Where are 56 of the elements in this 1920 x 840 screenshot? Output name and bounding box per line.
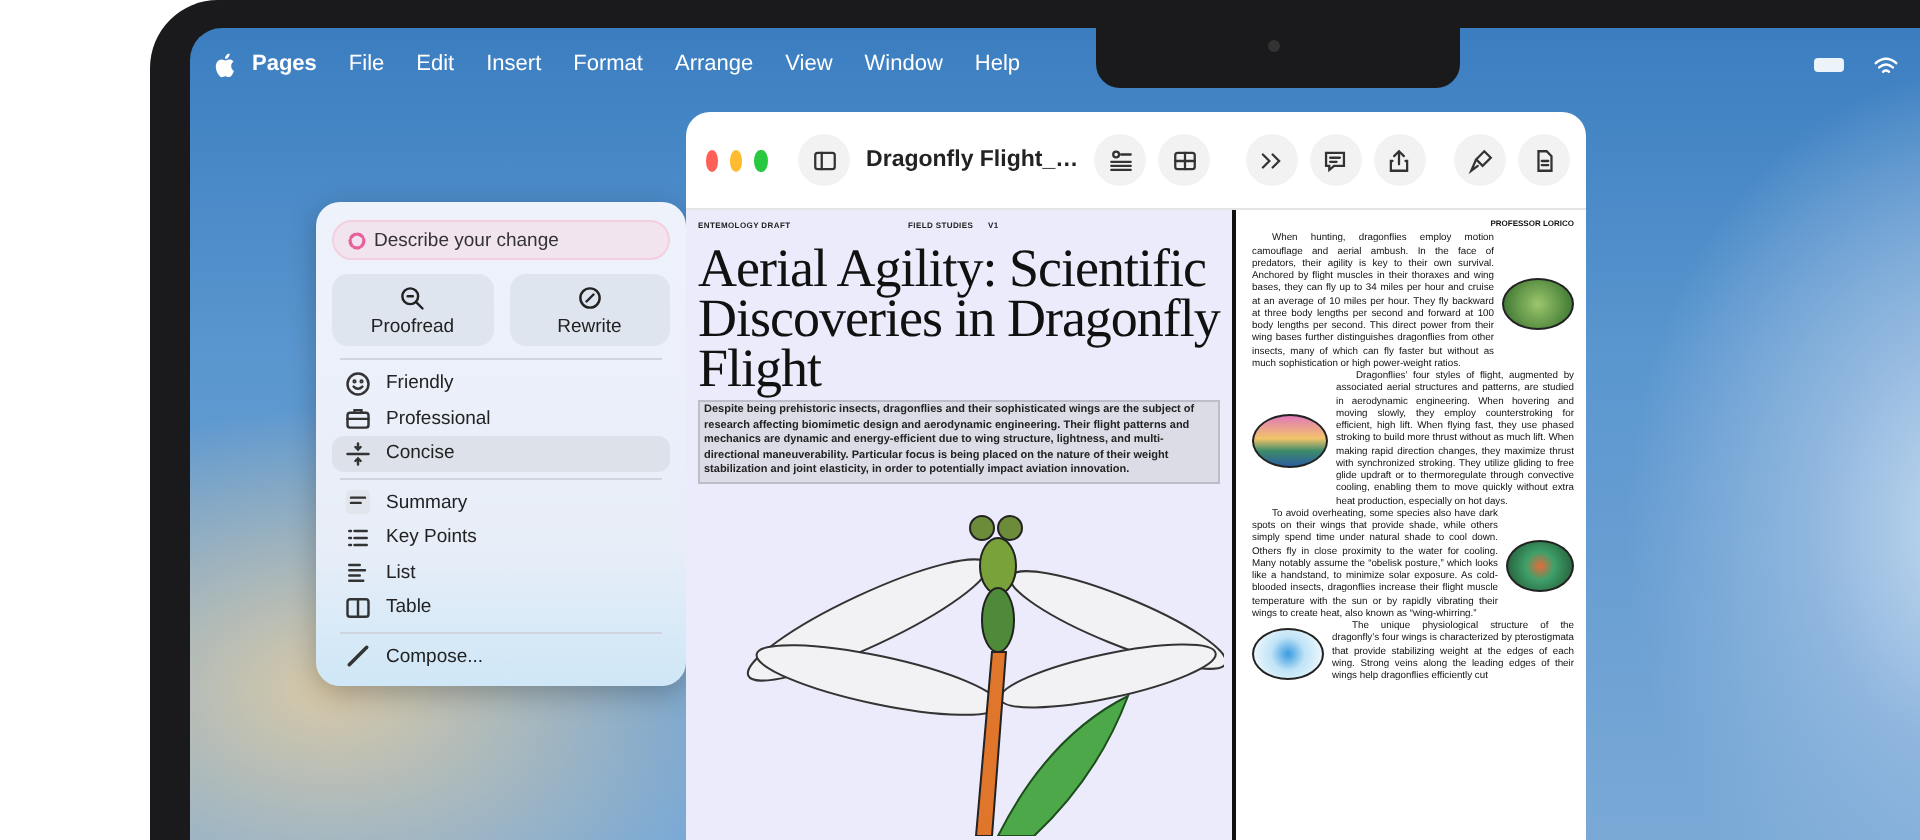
list-icon xyxy=(344,558,372,587)
more-icon xyxy=(1258,147,1285,173)
writing-tool-option[interactable]: Friendly xyxy=(332,366,670,401)
writing-tool-option[interactable]: Summary xyxy=(332,485,670,520)
writing-tool-option[interactable]: Key Points xyxy=(332,520,670,555)
table-icon xyxy=(1171,147,1198,173)
menu-item[interactable]: Format xyxy=(557,52,659,76)
insert-media-button[interactable] xyxy=(1094,134,1147,186)
window-title: Dragonfly Flight_… xyxy=(864,148,1081,172)
magnifier-icon xyxy=(398,283,427,311)
article-title: Aerial Agility: Scientific Discoveries in Dragonfly Flight xyxy=(698,244,1220,394)
sparkle-ring-icon xyxy=(346,229,368,251)
pencil-icon xyxy=(344,642,372,671)
writing-tool-option[interactable]: Professional xyxy=(332,401,670,436)
more-button[interactable] xyxy=(1245,134,1298,186)
menu-item[interactable]: Pages xyxy=(236,52,333,76)
close-button[interactable] xyxy=(706,149,719,171)
menu-item[interactable]: View xyxy=(769,52,849,76)
share-icon xyxy=(1386,147,1413,173)
format-brush-button[interactable] xyxy=(1454,134,1507,186)
dragonfly-photo xyxy=(1502,277,1574,330)
battery-icon[interactable] xyxy=(1814,57,1844,71)
rewrite-button[interactable]: Rewrite xyxy=(509,274,670,346)
smiley-icon xyxy=(344,369,372,398)
menu-item[interactable]: Help xyxy=(958,52,1037,76)
sidebar-button[interactable] xyxy=(798,134,851,186)
compose-option[interactable]: Compose... xyxy=(332,639,670,674)
comment-button[interactable] xyxy=(1309,134,1362,186)
describe-change-field[interactable]: Describe your change xyxy=(332,220,670,260)
share-button[interactable] xyxy=(1373,134,1426,186)
table-icon xyxy=(344,593,372,622)
document-icon xyxy=(1531,147,1558,173)
beetle-photo xyxy=(1506,539,1574,592)
insert-media-icon xyxy=(1107,147,1134,173)
table-button[interactable] xyxy=(1158,134,1211,186)
menu-item[interactable]: File xyxy=(332,52,401,76)
comment-icon xyxy=(1322,147,1349,173)
compress-icon xyxy=(344,439,372,468)
writing-tool-option[interactable]: List xyxy=(332,555,670,590)
menu-item[interactable]: Window xyxy=(848,52,959,76)
butterfly-photo xyxy=(1252,627,1324,680)
menu-item[interactable]: Edit xyxy=(400,52,471,76)
rewrite-icon xyxy=(575,283,604,311)
menu-item[interactable]: Insert xyxy=(470,52,558,76)
summary-icon xyxy=(344,488,372,517)
sidebar-icon xyxy=(811,147,838,173)
wifi-icon xyxy=(1872,52,1900,76)
apple-logo-icon[interactable] xyxy=(214,51,236,77)
format-brush-icon xyxy=(1467,147,1494,173)
menu-item[interactable]: Arrange xyxy=(658,52,770,76)
document-button[interactable] xyxy=(1518,134,1571,186)
writing-tool-option[interactable]: Concise xyxy=(332,436,670,471)
proofread-button[interactable]: Proofread xyxy=(332,274,493,346)
landscape-painting xyxy=(1252,413,1328,468)
briefcase-icon xyxy=(344,404,372,433)
writing-tool-option[interactable]: Table xyxy=(332,590,670,625)
